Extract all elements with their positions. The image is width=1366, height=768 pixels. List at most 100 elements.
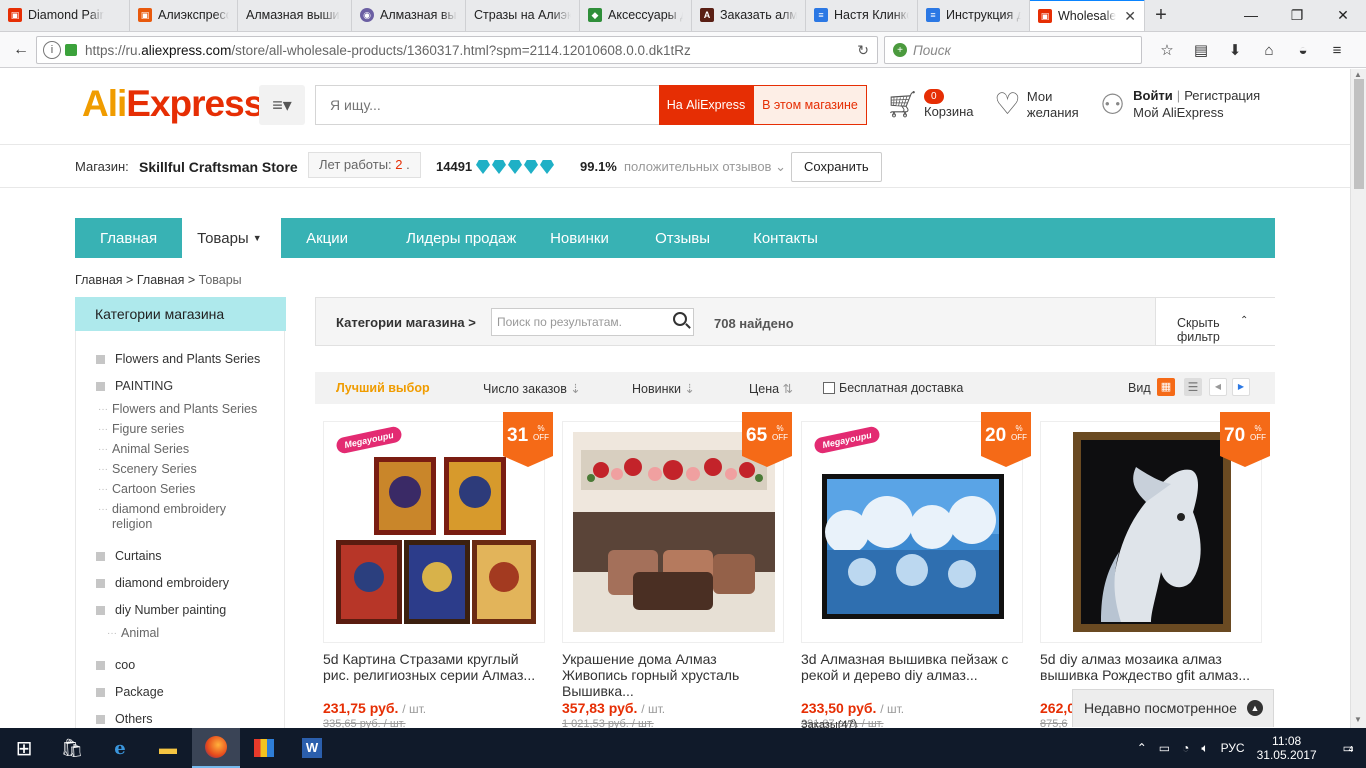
firefox-icon[interactable] <box>192 728 240 768</box>
categories-menu-button[interactable]: ≡▾ <box>259 85 305 125</box>
feedback-dropdown[interactable]: положительных отзывов ⌄ <box>624 159 786 175</box>
word-icon[interactable]: W <box>288 728 336 768</box>
system-tray: ⌃ ▭ ◔ 🔈︎ РУС 11:08 31.05.2017 ▭ 4 <box>1137 728 1366 768</box>
nav-home[interactable]: Главная <box>75 218 182 258</box>
register-link[interactable]: Регистрация <box>1184 88 1260 103</box>
sidebar-item[interactable]: coo <box>96 658 135 672</box>
browser-tab[interactable]: ◉ Алмазная вы <box>352 0 466 31</box>
sort-price[interactable]: Цена ⇅ <box>749 381 793 396</box>
login-link[interactable]: Войти <box>1133 88 1173 103</box>
store-icon[interactable]: 🛍︎ <box>48 728 96 768</box>
sidebar-item[interactable]: diy Number painting <box>96 603 226 617</box>
free-shipping-checkbox[interactable]: Бесплатная доставка <box>823 381 963 395</box>
product-title[interactable]: 3d Алмазная вышивка пейзаж с рекой и дер… <box>801 651 1023 699</box>
home-icon[interactable]: ⌂ <box>1252 36 1286 64</box>
browser-tab[interactable]: ≡ Настя Клинко <box>806 0 918 31</box>
pocket-icon[interactable]: ◒ <box>1286 36 1320 64</box>
language-indicator[interactable]: РУС <box>1221 741 1245 755</box>
browser-tab[interactable]: Стразы на Алиэк <box>466 0 580 31</box>
sidebar-item[interactable]: Flowers and Plants Series <box>96 352 260 366</box>
nav-products[interactable]: Товары ▼ <box>182 218 282 258</box>
sidebar-item[interactable]: diamond embroidery <box>96 576 229 590</box>
store-name[interactable]: Skillful Craftsman Store <box>139 159 298 175</box>
sidebar-subitem[interactable]: Scenery Series <box>98 462 197 477</box>
grid-view-icon[interactable]: ▦ <box>1157 378 1175 396</box>
reading-list-icon[interactable]: ▤ <box>1184 36 1218 64</box>
back-arrow-icon[interactable]: ← <box>6 35 36 65</box>
wishlist-link[interactable]: ♡ Мои желания <box>994 89 1079 121</box>
save-store-button[interactable]: Сохранить <box>791 152 882 182</box>
browser-tab[interactable]: ≡ Инструкция д <box>918 0 1030 31</box>
windows-start-icon[interactable]: ⊞ <box>0 728 48 768</box>
recently-viewed-panel[interactable]: Недавно посмотренное ▲ <box>1072 689 1274 727</box>
sidebar-item[interactable]: Curtains <box>96 549 162 563</box>
list-view-icon[interactable]: ☰ <box>1184 378 1202 396</box>
nav-contacts[interactable]: Контакты <box>753 218 818 258</box>
browser-tab[interactable]: ▣ Алиэкспресс <box>130 0 238 31</box>
next-page-icon[interactable]: ▶ <box>1232 378 1250 396</box>
tray-chevron-icon[interactable]: ⌃ <box>1137 741 1147 755</box>
search-store-button[interactable]: В этом магазине <box>753 85 867 125</box>
browser-search-input[interactable]: + Поиск <box>884 36 1142 64</box>
browser-tab[interactable]: Алмазная выши <box>238 0 352 31</box>
sidebar-title: Категории магазина <box>75 297 286 331</box>
prev-page-icon[interactable]: ◀ <box>1209 378 1227 396</box>
aliexpress-logo[interactable]: AliExpress® <box>82 83 270 125</box>
bookmark-star-icon[interactable]: ☆ <box>1150 36 1184 64</box>
info-icon[interactable]: i <box>43 41 61 59</box>
download-icon[interactable]: ⬇ <box>1218 36 1252 64</box>
nav-promotions[interactable]: Акции <box>281 218 392 258</box>
search-icon[interactable] <box>673 312 687 326</box>
nav-reviews[interactable]: Отзывы <box>655 218 753 258</box>
paint-icon[interactable] <box>240 728 288 768</box>
my-aliexpress-link[interactable]: Мой AliExpress <box>1133 105 1224 120</box>
close-window-icon[interactable]: ✕ <box>1320 0 1366 30</box>
menu-icon[interactable]: ≡ <box>1320 36 1354 64</box>
close-tab-icon[interactable]: ✕ <box>1124 8 1136 25</box>
cart-link[interactable]: 🛒︎ 0 Корзина <box>886 89 974 119</box>
edge-icon[interactable]: e <box>96 728 144 768</box>
scroll-up-icon[interactable]: ▲ <box>1354 70 1362 79</box>
product-title[interactable]: 5d Картина Стразами круглый рис. религио… <box>323 651 545 699</box>
product-title[interactable]: Украшение дома Алмаз Живопись горный хру… <box>562 651 784 699</box>
nav-bestsellers[interactable]: Лидеры продаж <box>392 218 550 258</box>
address-bar[interactable]: i https://ru.aliexpress.com/store/all-wh… <box>36 36 878 64</box>
scroll-down-icon[interactable]: ▼ <box>1354 715 1362 724</box>
browser-tab-active[interactable]: ▣ Wholesale ✕ <box>1030 0 1145 31</box>
browser-tab[interactable]: ▣ Diamond Pair <box>0 0 130 31</box>
new-tab-button[interactable]: + <box>1145 0 1177 31</box>
scrollbar-thumb[interactable] <box>1354 79 1364 189</box>
file-explorer-icon[interactable]: ▬ <box>144 728 192 768</box>
nav-new[interactable]: Новинки <box>550 218 655 258</box>
sort-best-match[interactable]: Лучший выбор <box>336 381 430 395</box>
notifications-icon[interactable]: ▭ 4 <box>1343 741 1354 755</box>
sidebar-item[interactable]: PAINTING <box>96 379 173 393</box>
filter-search-input[interactable]: Поиск по результатам. <box>491 308 694 336</box>
chevron-up-icon[interactable]: ▲ <box>1247 700 1263 716</box>
restore-icon[interactable]: ❐ <box>1274 0 1320 30</box>
search-aliexpress-button[interactable]: На AliExpress <box>659 85 753 125</box>
sidebar-subitem[interactable]: Animal <box>107 626 159 641</box>
minimize-icon[interactable]: — <box>1228 0 1274 30</box>
filter-bar: Категории магазина > Поиск по результата… <box>315 297 1275 346</box>
battery-icon[interactable]: ▭ <box>1159 741 1170 755</box>
sidebar-subitem[interactable]: Animal Series <box>98 442 189 457</box>
search-input[interactable] <box>316 86 659 124</box>
browser-tab[interactable]: A Заказать алм <box>692 0 806 31</box>
browser-tab[interactable]: ◆ Аксессуары д <box>580 0 692 31</box>
sort-newest[interactable]: Новинки ⇣ <box>632 381 695 396</box>
hide-filter-button[interactable]: Скрыть фильтр ⌃ <box>1155 298 1275 345</box>
network-icon[interactable]: ◔ <box>1182 741 1189 755</box>
sidebar-subitem[interactable]: Flowers and Plants Series <box>98 402 257 417</box>
sidebar-subitem[interactable]: Figure series <box>98 422 184 437</box>
page-scrollbar[interactable]: ▲ ▼ <box>1350 69 1366 728</box>
sidebar-subitem[interactable]: diamond embroidery religion <box>98 502 262 532</box>
volume-icon[interactable]: 🔈︎ <box>1201 741 1208 756</box>
sidebar-item[interactable]: Package <box>96 685 164 699</box>
sidebar-item[interactable]: Others <box>96 712 153 726</box>
sort-orders[interactable]: Число заказов ⇣ <box>483 381 581 396</box>
sidebar-subitem[interactable]: Cartoon Series <box>98 482 195 497</box>
reload-icon[interactable]: ↻ <box>857 42 869 59</box>
clock[interactable]: 11:08 31.05.2017 <box>1257 734 1329 762</box>
web-page: AliExpress® ≡▾ На AliExpress В этом мага… <box>0 69 1350 728</box>
